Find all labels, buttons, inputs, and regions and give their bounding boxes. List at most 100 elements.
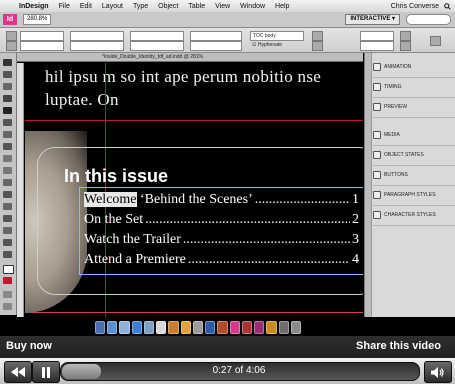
hand-tool-icon[interactable] [3, 239, 12, 246]
type-tool-icon[interactable] [3, 107, 12, 114]
menu-help[interactable]: Help [270, 3, 294, 10]
safari-dock-icon[interactable] [131, 321, 142, 334]
pause-button[interactable] [32, 361, 60, 383]
volume-button[interactable] [424, 361, 452, 383]
panel-menu-icon[interactable] [430, 36, 441, 46]
system-preferences-dock-icon[interactable] [192, 321, 204, 334]
panel-character-styles[interactable]: Character Styles [373, 205, 455, 226]
indesign-dock-icon[interactable] [229, 321, 240, 334]
downloads-dock-icon[interactable] [278, 321, 289, 334]
menu-view[interactable]: View [210, 3, 235, 10]
buttons-icon [373, 171, 381, 179]
rectangle-frame-tool-icon[interactable] [3, 155, 12, 162]
first-line-indent-field[interactable] [70, 41, 124, 51]
menu-window[interactable]: Window [235, 3, 270, 10]
address-book-dock-icon[interactable] [143, 321, 155, 334]
toc-list: Welcome ‘Behind the Scenes’ ............… [84, 192, 359, 272]
finder-dock-icon[interactable] [95, 321, 106, 334]
zoom-level-field[interactable]: 280.8% [23, 14, 52, 25]
bullets-icon[interactable] [400, 31, 411, 41]
control-panel: TOC body ☑ Hyphenate [0, 28, 455, 53]
columns-field[interactable] [360, 31, 394, 41]
toc-page-number: 3 [352, 232, 359, 247]
gap-tool-icon[interactable] [3, 95, 12, 102]
buy-now-link[interactable]: Buy now [6, 340, 52, 352]
menu-object[interactable]: Object [153, 3, 183, 10]
photoshop-dock-icon[interactable] [205, 321, 216, 334]
menu-layout[interactable]: Layout [97, 3, 128, 10]
eyedropper-tool-icon[interactable] [3, 227, 12, 234]
rectangle-tool-icon[interactable] [3, 167, 12, 174]
zoom-tool-icon[interactable] [3, 251, 12, 258]
space-after-field[interactable] [130, 41, 184, 51]
no-align-grid-icon[interactable] [312, 41, 323, 51]
preview-dock-icon[interactable] [168, 321, 179, 334]
document-window: *Inside_Double_Identity_tdf_ad.indd @ 28… [17, 53, 363, 317]
panel-object-states[interactable]: Object States [373, 145, 455, 166]
panel-preview[interactable]: Preview [373, 97, 455, 118]
document-tab[interactable]: *Inside_Double_Identity_tdf_ad.indd @ 28… [17, 53, 363, 62]
menu-file[interactable]: File [54, 3, 75, 10]
screen-mode-icon[interactable] [3, 303, 12, 310]
panel-buttons[interactable]: Buttons [373, 165, 455, 186]
selection-tool-icon[interactable] [3, 59, 12, 66]
panel-timing[interactable]: Timing [373, 77, 455, 98]
left-indent-field[interactable] [70, 31, 124, 41]
menu-table[interactable]: Table [183, 3, 210, 10]
pen-tool-icon[interactable] [3, 131, 12, 138]
panel-collapse-strip[interactable] [365, 53, 372, 317]
fill-swatch-icon[interactable] [3, 265, 14, 274]
scissors-tool-icon[interactable] [3, 179, 12, 186]
user-name[interactable]: Chris Converse [391, 3, 439, 10]
drop-cap-field[interactable] [190, 31, 242, 41]
direct-selection-tool-icon[interactable] [3, 71, 12, 78]
bridge-dock-icon[interactable] [266, 321, 277, 334]
hyphenate-checkbox[interactable]: ☑ Hyphenate [252, 42, 282, 48]
flash-dock-icon[interactable] [254, 321, 265, 334]
toc-title: On the Set [84, 212, 144, 227]
menu-type[interactable]: Type [128, 3, 153, 10]
illustrator-dock-icon[interactable] [217, 321, 228, 334]
toc-title: Attend a Premiere [84, 252, 186, 267]
space-before-field[interactable] [130, 31, 184, 41]
trash-dock-icon[interactable] [290, 321, 301, 334]
help-search-field[interactable] [406, 14, 451, 25]
menu-indesign[interactable]: InDesign [14, 3, 54, 10]
dashboard-dock-icon[interactable] [107, 321, 118, 334]
menubar-status-area: Chris Converse [391, 3, 455, 10]
alignment-field[interactable] [20, 31, 64, 41]
numbering-icon[interactable] [400, 41, 411, 51]
firefox-dock-icon[interactable] [180, 321, 191, 334]
paragraph-formatting-icon[interactable] [6, 41, 17, 51]
panel-label: Animation [384, 64, 412, 70]
mail-dock-icon[interactable] [119, 321, 130, 334]
page-tool-icon[interactable] [3, 83, 12, 90]
acrobat-dock-icon[interactable] [241, 321, 253, 334]
align-to-grid-icon[interactable] [312, 31, 323, 41]
panel-animation[interactable]: Animation [373, 57, 455, 78]
line-tool-icon[interactable] [3, 119, 12, 126]
stroke-swatch-icon[interactable] [3, 277, 12, 284]
calendar-dock-icon[interactable] [156, 321, 167, 334]
gradient-tool-icon[interactable] [3, 203, 12, 210]
panel-media[interactable]: Media [373, 125, 455, 146]
workspace-switcher[interactable]: INTERACTIVE ▾ [345, 14, 400, 25]
panel-paragraph-styles[interactable]: Paragraph Styles [373, 185, 455, 206]
panel-label: Character Styles [384, 212, 436, 218]
rewind-button[interactable] [4, 361, 32, 383]
note-tool-icon[interactable] [3, 215, 12, 222]
spotlight-search-icon[interactable] [444, 2, 451, 10]
pencil-tool-icon[interactable] [3, 143, 12, 150]
view-mode-icon[interactable] [3, 291, 12, 298]
drop-cap-lines-field[interactable] [190, 41, 242, 51]
right-panel-dock: Animation Timing Preview Media Object St… [364, 53, 455, 317]
paragraph-style-field[interactable]: TOC body [250, 31, 304, 41]
menu-edit[interactable]: Edit [75, 3, 97, 10]
header-text-frame[interactable]: hil ipsu m so int ape perum nobitio nse … [25, 63, 363, 119]
indent-field[interactable] [20, 41, 64, 51]
character-formatting-icon[interactable] [6, 31, 17, 41]
share-video-link[interactable]: Share this video [356, 340, 441, 352]
preview-icon [373, 103, 381, 111]
free-transform-tool-icon[interactable] [3, 191, 12, 198]
span-columns-field[interactable] [360, 41, 394, 51]
